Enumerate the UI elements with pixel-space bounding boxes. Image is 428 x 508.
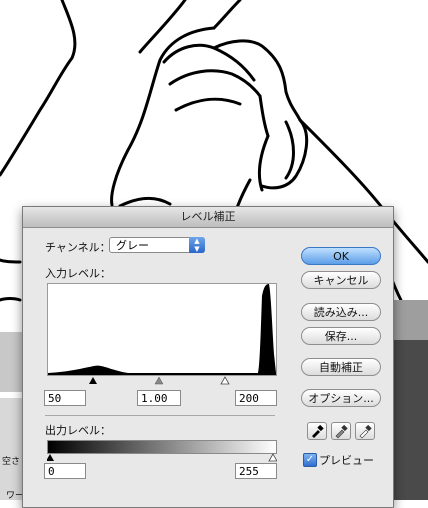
histogram-low-bump xyxy=(48,284,276,375)
ok-button[interactable]: OK xyxy=(301,247,381,265)
workspace-strip-left xyxy=(0,332,22,392)
output-highlight-handle[interactable] xyxy=(268,453,277,462)
channel-value: グレー xyxy=(116,239,149,252)
workspace-strip-right xyxy=(392,300,428,340)
channel-label: チャンネル： xyxy=(45,241,111,254)
black-eyedropper-icon xyxy=(312,424,324,438)
options-button[interactable]: オプション... xyxy=(301,389,381,407)
workspace-strip-left-2 xyxy=(0,398,22,500)
cancel-button[interactable]: キャンセル xyxy=(301,271,381,289)
output-shadow-handle[interactable] xyxy=(47,454,54,461)
gray-eyedropper-icon xyxy=(335,424,348,439)
auto-button[interactable]: 自動補正 xyxy=(301,358,381,376)
output-shadow-field[interactable]: 0 xyxy=(44,463,86,479)
input-levels-label: 入力レベル： xyxy=(45,267,111,280)
load-button[interactable]: 読み込み... xyxy=(301,303,381,321)
black-eyedropper-button[interactable] xyxy=(307,422,327,440)
white-eyedropper-icon xyxy=(359,424,372,439)
gamma-slider-handle[interactable] xyxy=(154,376,164,385)
channel-dropdown[interactable]: グレー ▲ ▼ xyxy=(109,237,205,253)
input-level-sliders[interactable] xyxy=(47,375,277,385)
divider xyxy=(45,415,275,416)
save-button[interactable]: 保存... xyxy=(301,327,381,345)
input-shadow-field[interactable]: 50 xyxy=(44,390,86,406)
gray-eyedropper-button[interactable] xyxy=(331,422,351,440)
highlight-slider-handle[interactable] xyxy=(220,376,230,385)
preview-checkbox[interactable]: ✓ xyxy=(303,453,317,467)
workspace-dark-panel xyxy=(392,340,428,500)
output-level-sliders[interactable] xyxy=(47,452,277,462)
shadow-slider-handle[interactable] xyxy=(89,377,97,384)
dialog-title: レベル補正 xyxy=(23,207,393,228)
white-eyedropper-button[interactable] xyxy=(355,422,375,440)
up-down-arrows-icon: ▲ ▼ xyxy=(189,237,205,253)
input-highlight-field[interactable]: 200 xyxy=(235,390,277,406)
checkmark-icon: ✓ xyxy=(305,454,315,465)
levels-dialog: レベル補正 チャンネル： グレー ▲ ▼ 入力レベル： 50 1.00 200 出… xyxy=(22,206,394,508)
output-highlight-field[interactable]: 255 xyxy=(235,463,277,479)
input-gamma-field[interactable]: 1.00 xyxy=(137,390,181,406)
workspace-label-1: 空さ xyxy=(2,457,21,467)
preview-label: プレビュー xyxy=(319,454,374,467)
histogram xyxy=(47,283,277,376)
output-levels-label: 出力レベル： xyxy=(45,424,111,437)
